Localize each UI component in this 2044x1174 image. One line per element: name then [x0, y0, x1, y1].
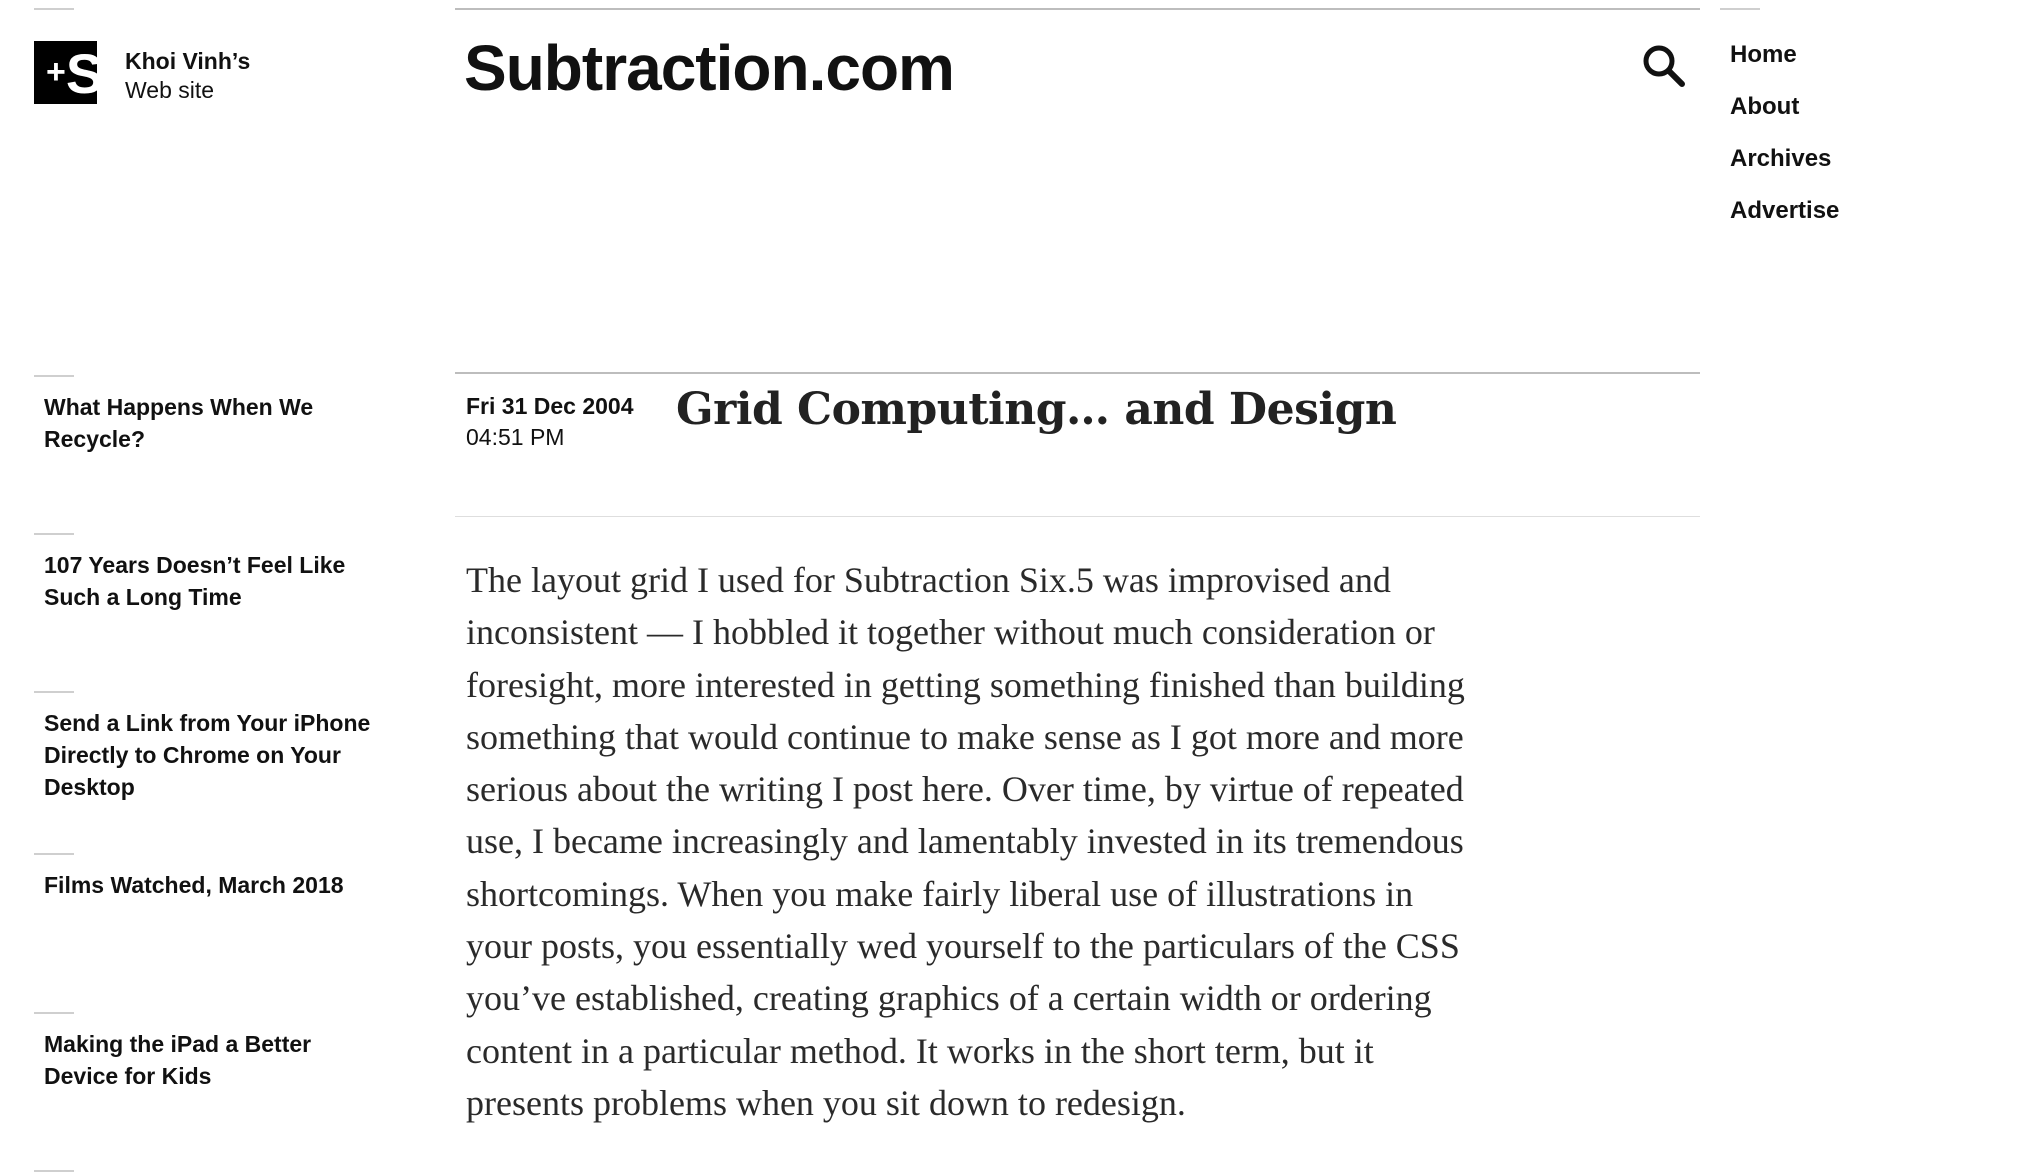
- post-body-divider: [455, 516, 1700, 517]
- sidebar-divider: [34, 853, 74, 855]
- nav-link-home[interactable]: Home: [1730, 40, 1797, 70]
- post-header-divider: [455, 372, 1700, 374]
- sidebar-item: [34, 1170, 374, 1172]
- sidebar-item: Films Watched, March 2018: [34, 853, 374, 901]
- sidebar-link[interactable]: Send a Link from Your iPhone Directly to…: [44, 707, 374, 803]
- nav-item-about: About: [1730, 92, 1839, 144]
- brand-subtitle: Web site: [125, 77, 215, 103]
- sidebar-link[interactable]: Films Watched, March 2018: [44, 869, 374, 901]
- nav-link-archives[interactable]: Archives: [1730, 144, 1831, 174]
- sidebar-item: Making the iPad a Better Device for Kids: [34, 1012, 374, 1092]
- brand-owner: Khoi Vinh’s: [125, 48, 251, 74]
- post-date: Fri 31 Dec 2004: [466, 393, 634, 419]
- sidebar-link[interactable]: 107 Years Doesn’t Feel Like Such a Long …: [44, 549, 374, 613]
- sidebar-link[interactable]: Making the iPad a Better Device for Kids: [44, 1028, 374, 1092]
- sidebar-divider: [34, 375, 74, 377]
- sidebar-divider: [34, 533, 74, 535]
- post-time: 04:51 PM: [466, 424, 565, 450]
- nav-item-archives: Archives: [1730, 144, 1839, 196]
- sidebar-item: 107 Years Doesn’t Feel Like Such a Long …: [34, 533, 374, 613]
- nav-item-advertise: Advertise: [1730, 196, 1839, 248]
- nav-link-about[interactable]: About: [1730, 92, 1799, 122]
- top-divider-left: [34, 8, 74, 10]
- sidebar-divider: [34, 1012, 74, 1014]
- top-divider-main: [455, 8, 1700, 10]
- sidebar-item: Send a Link from Your iPhone Directly to…: [34, 691, 374, 803]
- sidebar-item: What Happens When We Recycle?: [34, 375, 374, 455]
- site-title[interactable]: Subtraction.com: [464, 28, 955, 108]
- top-divider-right: [1720, 8, 1760, 10]
- site-logo[interactable]: +S: [34, 41, 97, 104]
- sidebar-link[interactable]: What Happens When We Recycle?: [44, 391, 374, 455]
- sidebar-divider: [34, 1170, 74, 1172]
- sidebar-divider: [34, 691, 74, 693]
- search-icon: [1643, 45, 1685, 87]
- post-body: The layout grid I used for Subtraction S…: [466, 560, 1465, 1123]
- nav-item-home: Home: [1730, 40, 1839, 92]
- main-nav: Home About Archives Advertise: [1730, 40, 1839, 248]
- nav-link-advertise[interactable]: Advertise: [1730, 196, 1839, 226]
- search-button[interactable]: [1640, 42, 1688, 90]
- post-title[interactable]: Grid Computing… and Design: [676, 380, 1397, 440]
